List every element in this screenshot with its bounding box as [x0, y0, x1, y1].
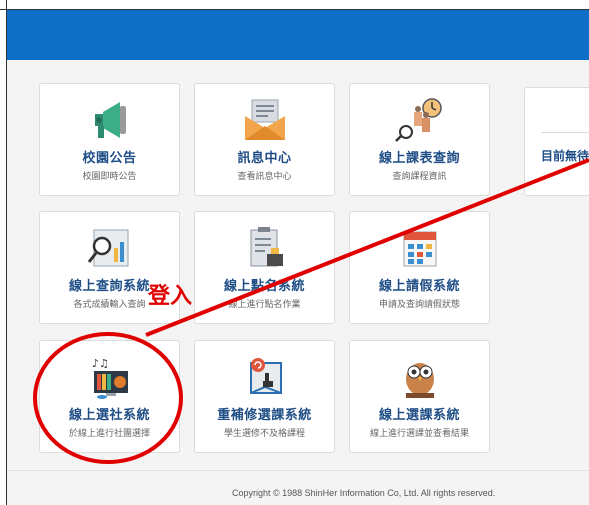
window-left-edge	[6, 0, 7, 505]
svg-text:♪♫: ♪♫	[92, 357, 109, 370]
footer-divider	[7, 470, 589, 471]
notice-divider	[541, 132, 589, 133]
tile-subtitle: 線上進行點名作業	[228, 300, 301, 310]
annotation-login-label: 登入	[148, 283, 193, 309]
retake-screen-icon	[249, 358, 282, 394]
tile-subtitle: 申請及查詢請假狀態	[378, 300, 460, 310]
tile-title: 訊息中心	[237, 151, 292, 166]
megaphone-icon	[94, 102, 126, 138]
tile-title: 線上選社系統	[68, 408, 150, 423]
tile-title: 線上請假系統	[378, 279, 460, 294]
tile-course-schedule[interactable]: 線上課表查詢 查詢課程資訊	[349, 83, 490, 196]
tile-subtitle: 查詢課程資訊	[392, 172, 447, 182]
envelope-icon	[244, 99, 285, 140]
tile-subtitle: 校園即時公告	[82, 172, 137, 182]
tile-title: 線上課表查詢	[378, 151, 460, 166]
calendar-icon	[403, 231, 436, 267]
owl-icon	[405, 363, 434, 398]
tile-club-selection[interactable]: ♪♫ 線上選社系統 於線上進行社團選擇	[39, 340, 180, 453]
tile-title: 線上選課系統	[378, 408, 460, 423]
tile-subtitle: 學生選修不及格課程	[223, 429, 305, 439]
tile-title: 線上點名系統	[223, 279, 305, 294]
tile-course-selection[interactable]: 線上選課系統 線上進行選課並查看結果	[349, 340, 490, 453]
notice-panel: 目前無待	[524, 87, 589, 196]
tile-makeup-course-selection[interactable]: 重補修選課系統 學生選修不及格課程	[194, 340, 335, 453]
notice-text: 目前無待	[541, 149, 589, 163]
copyright-text: Copyright © 1988 ShinHer Information Co,…	[232, 488, 496, 498]
window-top-edge	[0, 0, 589, 10]
tile-title: 校園公告	[82, 151, 137, 166]
clipboard-icon	[250, 227, 283, 267]
tile-leave-request[interactable]: 線上請假系統 申請及查詢請假狀態	[349, 211, 490, 324]
tile-title: 重補修選課系統	[217, 408, 312, 423]
schedule-icon	[394, 98, 442, 142]
header-bar	[7, 10, 589, 60]
tile-subtitle: 查看訊息中心	[237, 172, 292, 182]
tile-subtitle: 線上進行選課並查看結果	[369, 429, 469, 439]
search-report-icon	[87, 229, 128, 267]
main-content: 校園公告 校園即時公告 訊息中心 查看訊息中心 線上課表查詢 查詢課程資訊 線上…	[7, 60, 589, 505]
club-books-icon: ♪♫	[92, 357, 128, 399]
tile-message-center[interactable]: 訊息中心 查看訊息中心	[194, 83, 335, 196]
tile-roll-call[interactable]: 線上點名系統 線上進行點名作業	[194, 211, 335, 324]
tile-subtitle: 於線上進行社團選擇	[68, 429, 150, 439]
tile-school-announcements[interactable]: 校園公告 校園即時公告	[39, 83, 180, 196]
